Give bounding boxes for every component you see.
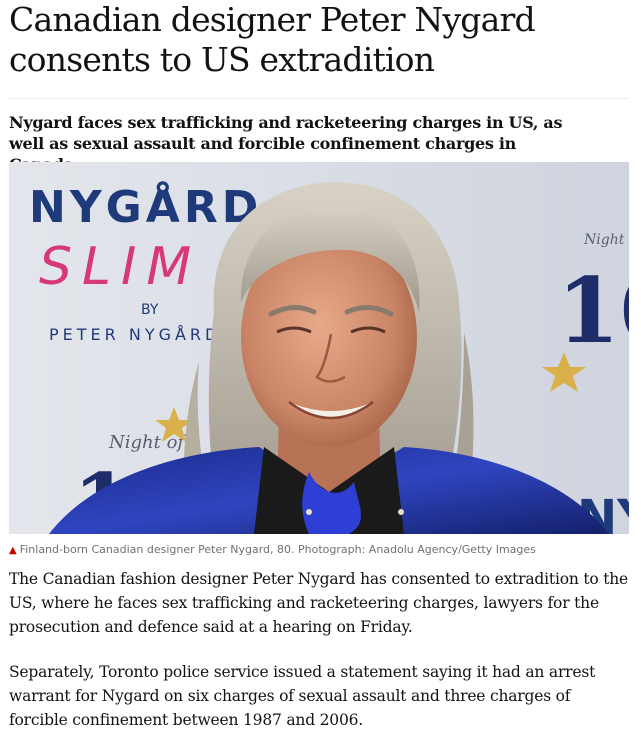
backdrop-left-script: Night of xyxy=(108,432,187,453)
backdrop-right-number: 100 xyxy=(557,258,629,364)
backdrop-logo-line3: BY xyxy=(141,302,159,318)
backdrop-right-script: Night of xyxy=(583,232,629,248)
photo-illustration: NYGÅRD SLIM BY PETER NYGÅRD Night of 100… xyxy=(9,162,629,534)
article-photo[interactable]: NYGÅRD SLIM BY PETER NYGÅRD Night of 100… xyxy=(9,162,629,534)
backdrop-logo-line4: PETER NYGÅRD xyxy=(49,325,221,344)
photo-caption: ▲ Finland-born Canadian designer Peter Ny… xyxy=(9,543,629,558)
headline: Canadian designer Peter Nygard consents … xyxy=(9,0,536,79)
divider xyxy=(9,98,629,99)
backdrop-logo-line2: SLIM xyxy=(39,237,201,297)
backdrop-logo-line1: NYGÅRD xyxy=(29,180,262,233)
body-paragraph-2: Separately, Toronto police service issue… xyxy=(9,663,596,729)
caption-triangle-icon: ▲ xyxy=(9,545,17,556)
body-paragraph-1: The Canadian fashion designer Peter Nyga… xyxy=(9,570,629,636)
caption-text: Finland-born Canadian designer Peter Nyg… xyxy=(19,543,536,556)
